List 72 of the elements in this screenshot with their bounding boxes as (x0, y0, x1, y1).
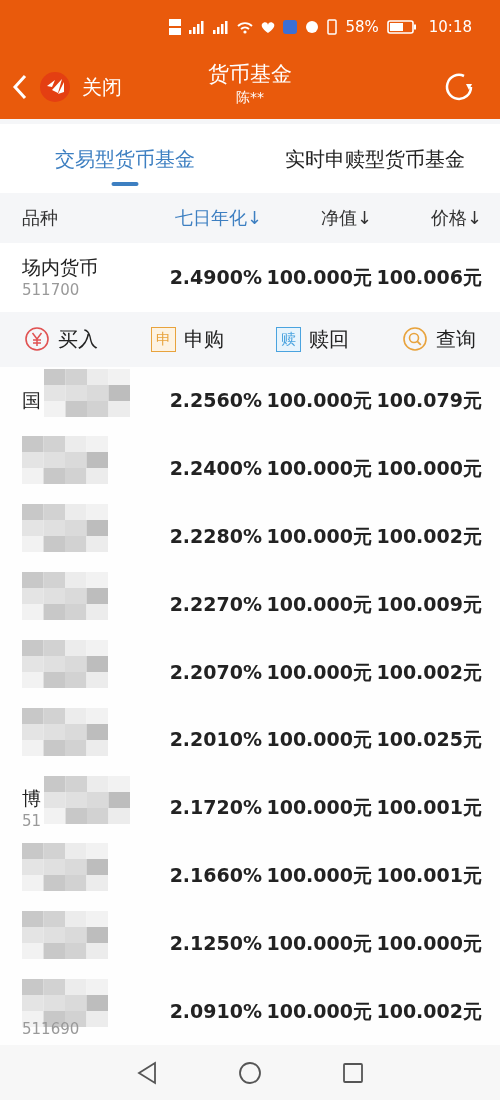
price: 100.001元 (375, 795, 482, 821)
net-value: 100.000元 (265, 523, 372, 549)
net-value: 100.000元 (265, 795, 372, 821)
wifi-icon (237, 20, 254, 34)
seven-day-yield: 2.1720% (168, 795, 262, 821)
price: 100.006元 (375, 265, 482, 291)
price: 100.079元 (375, 388, 482, 414)
fund-name: 场内货币 (22, 255, 98, 281)
tab[interactable]: 交易型货币基金 (0, 123, 250, 194)
fund-name: 博 (22, 785, 41, 811)
seven-day-yield: 2.2010% (168, 727, 262, 753)
price: 100.025元 (375, 727, 482, 753)
net-value: 100.000元 (265, 930, 372, 956)
column-header[interactable]: 七日年化↓ (174, 207, 262, 229)
seven-day-yield: 2.0910% (168, 998, 262, 1024)
price: 100.001元 (375, 863, 482, 889)
net-value: 100.000元 (265, 998, 372, 1024)
back-nav-icon[interactable] (136, 1060, 158, 1085)
fund-code: 511700 (22, 280, 80, 301)
page-title: 货币基金 (208, 61, 292, 89)
price: 100.000元 (375, 456, 482, 482)
net-value: 100.000元 (265, 863, 372, 889)
app-logo-icon (40, 71, 70, 102)
net-value: 100.000元 (265, 727, 372, 753)
fund-name: 国 (22, 388, 41, 414)
signal-icon (189, 20, 206, 35)
seven-day-yield: 2.4900% (168, 265, 262, 291)
close-button[interactable]: 关闭 (82, 71, 122, 102)
search-icon (401, 326, 428, 353)
hd-icon (169, 18, 182, 37)
heart-icon (261, 21, 276, 34)
fund-code: 51 (22, 810, 42, 831)
clock: 10:18 (428, 17, 472, 38)
net-value: 100.000元 (265, 659, 372, 685)
alarm-icon (305, 20, 320, 35)
music-app-icon (283, 20, 298, 35)
action-button[interactable]: 查询 (401, 324, 476, 355)
vibrate-icon (327, 19, 338, 36)
seven-day-yield: 2.2070% (168, 659, 262, 685)
seven-day-yield: 2.2280% (168, 523, 262, 549)
seven-day-yield: 2.2560% (168, 388, 262, 414)
seven-day-yield: 2.1660% (168, 863, 262, 889)
fund-code: 511690 (22, 1019, 80, 1040)
seven-day-yield: 2.2400% (168, 456, 262, 482)
net-value: 100.000元 (265, 456, 372, 482)
net-value: 100.000元 (265, 265, 372, 291)
tab[interactable]: 实时申赎型货币基金 (250, 123, 500, 194)
action-button[interactable]: 赎 赎回 (276, 324, 350, 355)
recents-nav-icon[interactable] (342, 1061, 364, 1084)
back-icon[interactable] (12, 73, 28, 100)
price: 100.002元 (375, 998, 482, 1024)
column-header[interactable]: 净值↓ (320, 207, 372, 229)
yen-icon (24, 326, 50, 353)
seven-day-yield: 2.1250% (168, 930, 262, 956)
net-value: 100.000元 (265, 388, 372, 414)
battery-icon (386, 20, 417, 35)
battery-percent: 58% (345, 17, 379, 38)
column-header[interactable]: 价格↓ (430, 207, 482, 229)
column-header[interactable]: 品种 (22, 207, 58, 229)
price: 100.002元 (375, 523, 482, 549)
seven-day-yield: 2.2270% (168, 591, 262, 617)
net-value: 100.000元 (265, 591, 372, 617)
action-button[interactable]: 买入 (24, 324, 98, 355)
price: 100.002元 (375, 659, 482, 685)
home-nav-icon[interactable] (238, 1060, 262, 1085)
account-name: 陈** (236, 88, 264, 107)
action-button[interactable]: 申 申购 (150, 324, 224, 355)
price: 100.009元 (375, 591, 482, 617)
price: 100.000元 (375, 930, 482, 956)
redeem-icon: 赎 (276, 326, 302, 352)
subscribe-icon: 申 (150, 326, 176, 352)
signal-icon (213, 20, 230, 35)
